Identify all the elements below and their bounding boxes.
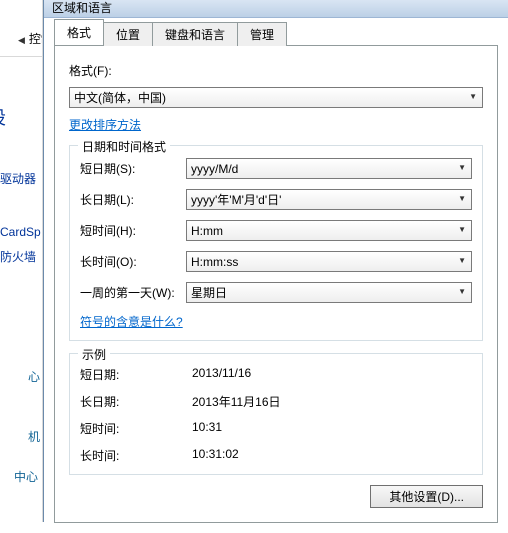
short-date-select[interactable]: yyyy/M/d [186,158,472,179]
tab-panel-format: 格式(F): 中文(简体，中国) 更改排序方法 日期和时间格式 短日期(S): … [54,46,498,523]
group-example: 示例 短日期: 2013/11/16 长日期: 2013年11月16日 短时间:… [69,353,483,475]
ex-short-date-label: 短日期: [80,366,192,383]
sidebar-link-machine[interactable]: 机 [28,428,40,445]
change-sort-link[interactable]: 更改排序方法 [69,118,141,132]
sidebar-link-firewall[interactable]: 防火墙 [0,248,36,265]
long-date-label: 长日期(L): [80,191,186,208]
group-example-legend: 示例 [78,346,110,363]
control-panel-sidebar: 控制 的设 驱动器 CardSp 防火墙 心 机 中心 [0,0,43,522]
region-language-dialog: 区域和语言 格式 位置 键盘和语言 管理 格式(F): 中文(简体，中国) 更改… [43,0,508,522]
ex-short-time-label: 短时间: [80,420,192,437]
tab-location[interactable]: 位置 [103,22,153,46]
first-day-select[interactable]: 星期日 [186,282,472,303]
sidebar-link-cardspace[interactable]: CardSp [0,225,41,239]
breadcrumb[interactable]: 控制 [18,30,43,47]
short-date-label: 短日期(S): [80,160,186,177]
ex-long-date-label: 长日期: [80,393,192,410]
dialog-title: 区域和语言 [44,0,508,18]
sidebar-link-center2[interactable]: 中心 [14,468,38,485]
short-time-select[interactable]: H:mm [186,220,472,241]
tab-strip: 格式 位置 键盘和语言 管理 [54,24,498,46]
long-date-select[interactable]: yyyy'年'M'月'd'日' [186,189,472,210]
format-select[interactable]: 中文(简体，中国) [69,87,483,108]
tab-admin[interactable]: 管理 [237,22,287,46]
page-title: 的设 [0,104,6,130]
sidebar-link-center1[interactable]: 心 [28,368,40,385]
long-time-label: 长时间(O): [80,253,186,270]
ex-long-date-value: 2013年11月16日 [192,393,472,410]
tab-format[interactable]: 格式 [54,19,104,45]
long-time-select[interactable]: H:mm:ss [186,251,472,272]
ex-long-time-value: 10:31:02 [192,447,472,464]
ex-short-date-value: 2013/11/16 [192,366,472,383]
short-time-label: 短时间(H): [80,222,186,239]
sidebar-link-drives[interactable]: 驱动器 [0,170,36,187]
other-settings-button[interactable]: 其他设置(D)... [370,485,483,508]
tab-keyboard-language[interactable]: 键盘和语言 [152,22,238,46]
format-label: 格式(F): [69,62,483,79]
first-day-label: 一周的第一天(W): [80,284,186,301]
notation-meaning-link[interactable]: 符号的含意是什么? [80,315,183,329]
ex-short-time-value: 10:31 [192,420,472,437]
group-datetime-legend: 日期和时间格式 [78,138,170,155]
ex-long-time-label: 长时间: [80,447,192,464]
group-datetime-format: 日期和时间格式 短日期(S): yyyy/M/d 长日期(L): yyyy'年'… [69,145,483,341]
